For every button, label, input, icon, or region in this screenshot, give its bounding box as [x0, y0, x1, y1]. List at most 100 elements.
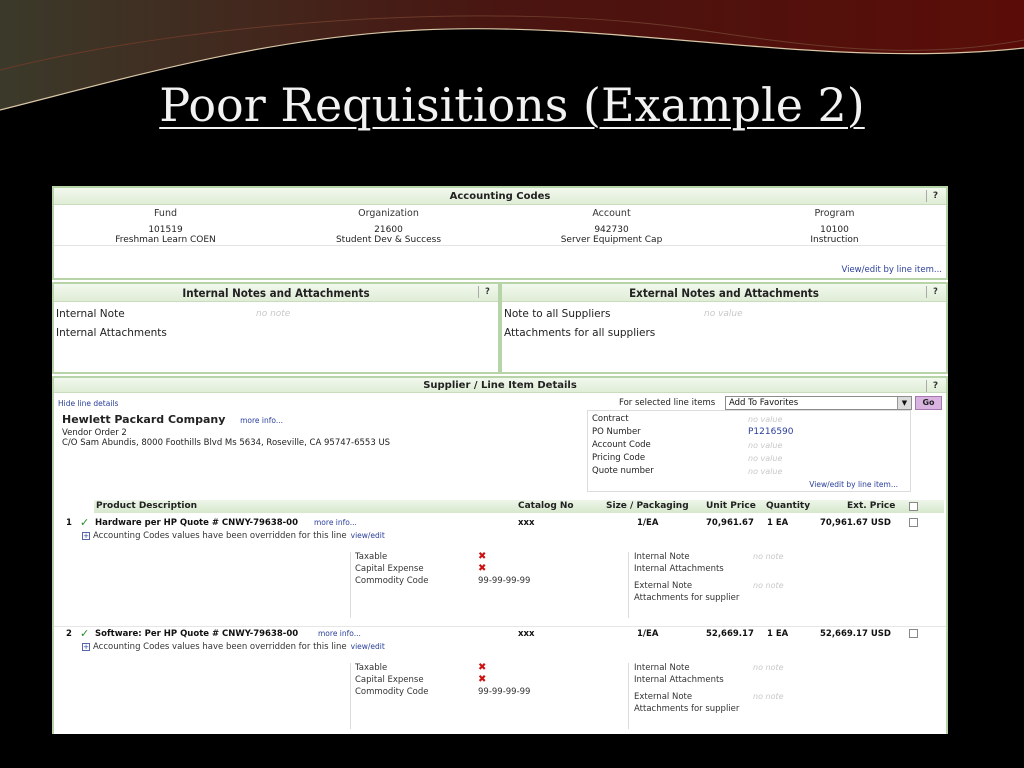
- divider: [54, 626, 946, 627]
- line-select-checkbox[interactable]: [909, 629, 918, 638]
- override-text: Accounting Codes values have been overri…: [93, 531, 347, 541]
- divider: [628, 663, 629, 729]
- line-item: 1 ✓ Hardware per HP Quote # CNWY-79638-0…: [54, 516, 946, 626]
- acct-col-label: Fund: [153, 208, 178, 219]
- slide-title: Poor Requisitions (Example 2): [159, 78, 865, 132]
- go-button[interactable]: Go: [915, 396, 942, 410]
- line-internal-attachments-label[interactable]: Internal Attachments: [634, 675, 724, 685]
- check-icon: ✓: [80, 516, 90, 529]
- accounting-codes-panel: Accounting Codes ? Fund 101519 Freshman …: [52, 186, 948, 280]
- help-button[interactable]: ?: [478, 286, 496, 298]
- vendor-address: C/O Sam Abundis, 8000 Foothills Blvd Ms …: [62, 438, 391, 448]
- help-button[interactable]: ?: [926, 380, 944, 392]
- line-select-checkbox[interactable]: [909, 518, 918, 527]
- col-unit-price[interactable]: Unit Price: [706, 500, 756, 513]
- supplier-attachments-row[interactable]: Attachments for all suppliers: [502, 324, 946, 343]
- col-quantity[interactable]: Quantity: [766, 500, 810, 513]
- vendor-order: Vendor Order 2: [62, 428, 127, 438]
- pricing-code-row: Pricing Code no value: [588, 452, 910, 465]
- vendor-more-info-link[interactable]: more info...: [240, 416, 283, 425]
- line-details: Taxable ✖ Capital Expense ✖ Commodity Co…: [350, 551, 926, 618]
- line-ext-price: 70,961.67 USD: [820, 518, 891, 528]
- acct-col-name: Server Equipment Cap: [560, 235, 663, 245]
- external-notes-title: External Notes and Attachments: [629, 286, 819, 300]
- expand-icon[interactable]: +: [82, 532, 90, 540]
- quote-number-row: Quote number no value: [588, 465, 910, 478]
- col-ext-price[interactable]: Ext. Price: [847, 500, 895, 513]
- internal-notes-title: Internal Notes and Attachments: [182, 286, 370, 300]
- line-items-toolbar: Hide line details For selected line item…: [54, 393, 946, 411]
- po-number-label: PO Number: [592, 427, 641, 437]
- override-view-edit-link[interactable]: view/edit: [351, 642, 385, 651]
- account-code-row: Account Code no value: [588, 439, 910, 452]
- po-number-value[interactable]: P1216590: [748, 426, 794, 439]
- override-view-edit-link[interactable]: view/edit: [351, 531, 385, 540]
- acct-col-label: Account: [592, 208, 631, 219]
- expand-icon[interactable]: +: [82, 643, 90, 651]
- line-quantity: 1 EA: [767, 518, 789, 528]
- help-button[interactable]: ?: [926, 286, 944, 298]
- external-notes-panel: External Notes and Attachments ? Note to…: [500, 282, 948, 374]
- divider: [54, 245, 946, 246]
- chevron-down-icon[interactable]: ▼: [897, 397, 911, 409]
- internal-attachments-row[interactable]: Internal Attachments: [54, 324, 498, 343]
- line-description-link[interactable]: Software: Per HP Quote # CNWY-79638-00: [95, 629, 298, 639]
- external-notes-header: External Notes and Attachments ?: [502, 284, 946, 302]
- hide-line-details-link[interactable]: Hide line details: [58, 399, 118, 408]
- commodity-code-value: 99-99-99-99: [478, 576, 531, 586]
- line-number: 2: [66, 629, 72, 639]
- accounting-columns: Fund 101519 Freshman Learn COEN Organiza…: [54, 208, 946, 245]
- line-description-link[interactable]: Hardware per HP Quote # CNWY-79638-00: [95, 518, 298, 528]
- line-more-info-link[interactable]: more info...: [314, 518, 357, 527]
- line-action-select[interactable]: Add To Favorites ▼: [725, 396, 912, 410]
- po-number-row: PO Number P1216590: [588, 426, 910, 439]
- cross-icon: ✖: [478, 563, 487, 574]
- accounting-codes-title: Accounting Codes: [449, 191, 551, 202]
- override-text: Accounting Codes values have been overri…: [93, 642, 347, 652]
- line-unit-price: 70,961.67: [706, 518, 754, 528]
- view-edit-by-line-link[interactable]: View/edit by line item...: [841, 265, 942, 275]
- contract-info-box: Contract no value PO Number P1216590 Acc…: [587, 410, 911, 492]
- col-product-description[interactable]: Product Description: [96, 500, 197, 513]
- internal-notes-panel: Internal Notes and Attachments ? Interna…: [52, 282, 500, 374]
- taxable-label: Taxable: [355, 663, 388, 673]
- override-notice: + Accounting Codes values have been overr…: [82, 531, 385, 541]
- acct-col-name: Student Dev & Success: [335, 235, 442, 245]
- contract-view-edit-link[interactable]: View/edit by line item...: [809, 480, 898, 489]
- line-external-note-value: no note: [753, 581, 784, 590]
- acct-col-code: 21600: [374, 225, 403, 235]
- select-all-checkbox[interactable]: [909, 502, 918, 511]
- contract-value: no value: [748, 415, 783, 424]
- line-size: 1/EA: [637, 629, 659, 639]
- internal-note-row: Internal Note no note: [54, 305, 498, 324]
- capital-expense-label: Capital Expense: [355, 675, 424, 685]
- line-size: 1/EA: [637, 518, 659, 528]
- line-internal-attachments-label[interactable]: Internal Attachments: [634, 564, 724, 574]
- capital-expense-label: Capital Expense: [355, 564, 424, 574]
- line-supplier-attachments-label[interactable]: Attachments for supplier: [634, 704, 739, 714]
- acct-col-fund: Fund 101519 Freshman Learn COEN: [54, 208, 277, 245]
- line-internal-note-label: Internal Note: [634, 552, 690, 562]
- line-quantity: 1 EA: [767, 629, 789, 639]
- supplier-title: Supplier / Line Item Details: [423, 380, 577, 391]
- supplier-note-value: no value: [704, 309, 743, 319]
- acct-col-label: Program: [814, 208, 855, 219]
- supplier-note-label: Note to all Suppliers: [504, 308, 611, 320]
- cross-icon: ✖: [478, 662, 487, 673]
- line-items-table-header: Product Description Catalog No Size / Pa…: [94, 500, 944, 513]
- help-button[interactable]: ?: [926, 190, 944, 202]
- line-supplier-attachments-label[interactable]: Attachments for supplier: [634, 593, 739, 603]
- line-more-info-link[interactable]: more info...: [318, 629, 361, 638]
- commodity-code-label: Commodity Code: [355, 576, 429, 586]
- account-code-label: Account Code: [592, 440, 651, 450]
- for-selected-label: For selected line items: [619, 398, 716, 408]
- col-catalog-no[interactable]: Catalog No: [518, 500, 574, 513]
- line-unit-price: 52,669.17: [706, 629, 754, 639]
- supplier-header: Supplier / Line Item Details ?: [54, 378, 946, 393]
- account-code-value: no value: [748, 441, 783, 450]
- quote-number-label: Quote number: [592, 466, 654, 476]
- acct-col-code: 10100: [820, 225, 849, 235]
- quote-number-value: no value: [748, 467, 783, 476]
- vendor-info: Hewlett Packard Company more info... Ven…: [62, 413, 390, 448]
- col-size-packaging[interactable]: Size / Packaging: [606, 500, 689, 513]
